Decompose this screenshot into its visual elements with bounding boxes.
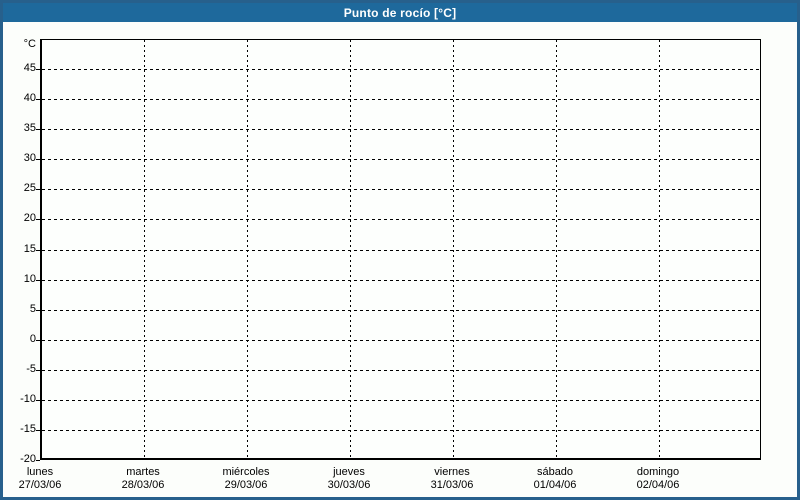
x-axis-date-label: 27/03/06 [18,479,62,491]
y-axis-tick [36,249,40,251]
y-axis-label: 40 [23,92,36,105]
x-axis-day-label: jueves [333,466,365,478]
y-axis-tick [36,69,40,71]
x-axis-date-label: 29/03/06 [224,479,268,491]
y-axis-tick [36,219,40,221]
y-axis-label: 5 [29,302,36,315]
y-axis-label: 20 [23,212,36,225]
y-axis-label: 10 [23,272,36,285]
x-gridline [144,40,145,458]
x-axis-date-label: 28/03/06 [121,479,165,491]
y-gridline [42,279,760,281]
y-gridline [42,99,760,101]
chart-title: Punto de rocío [°C] [343,5,457,20]
y-axis-label: 0 [29,332,36,345]
y-gridline [42,159,760,161]
y-axis-tick [36,159,40,161]
y-axis-label: 30 [23,152,36,165]
y-axis-tick [36,309,40,311]
y-gridline [42,219,760,221]
y-axis-label: -10 [20,392,36,405]
y-axis-label: 15 [23,242,36,255]
x-axis-day-label: martes [126,466,160,478]
x-gridline [659,40,660,458]
chart-window-inner: Punto de rocío [°C] 45 40 35 30 25 20 15 10 5 0 -5… [3,3,797,497]
y-gridline [42,189,760,191]
y-axis-label: -15 [20,422,36,435]
y-axis-tick [36,339,40,341]
y-axis-label: 35 [23,122,36,135]
y-axis-tick [36,429,40,431]
y-gridline [42,249,760,251]
x-gridline [556,40,557,458]
y-axis-tick [36,279,40,281]
y-gridline [42,129,760,131]
chart-title-bar: Punto de rocío [°C] [3,3,797,22]
x-axis-day-label: sábado [536,466,574,478]
x-gridline [247,40,248,458]
x-gridline [350,40,351,458]
y-gridline [42,429,760,431]
x-axis-date-label: 30/03/06 [327,479,371,491]
x-axis-day-label: lunes [26,466,54,478]
x-gridline [453,40,454,458]
y-axis-tick [36,399,40,401]
chart-window: Punto de rocío [°C] 45 40 35 30 25 20 15 10 5 0 -5… [0,0,800,500]
y-axis-label: 45 [23,62,36,75]
y-gridline [42,339,760,341]
y-axis-label: 25 [23,182,36,195]
x-axis-date-label: 31/03/06 [430,479,474,491]
y-gridline [42,399,760,401]
y-axis-label: -5 [26,362,36,375]
y-axis-tick [36,460,40,461]
x-axis-date-label: 02/04/06 [636,479,680,491]
y-axis-tick [36,99,40,101]
y-gridline [42,69,760,71]
x-axis-day-label: viernes [434,466,470,478]
y-axis-tick [36,189,40,191]
y-axis-unit-label: °C [23,38,36,50]
y-gridline [42,309,760,311]
y-axis-tick [36,369,40,371]
x-axis-day-label: domingo [636,466,680,478]
y-axis-tick [36,129,40,131]
y-gridline [42,369,760,371]
x-axis-day-label: miércoles [222,466,270,478]
y-axis-label: -20 [20,453,36,465]
plot-area [40,39,761,460]
x-axis-date-label: 01/04/06 [533,479,577,491]
